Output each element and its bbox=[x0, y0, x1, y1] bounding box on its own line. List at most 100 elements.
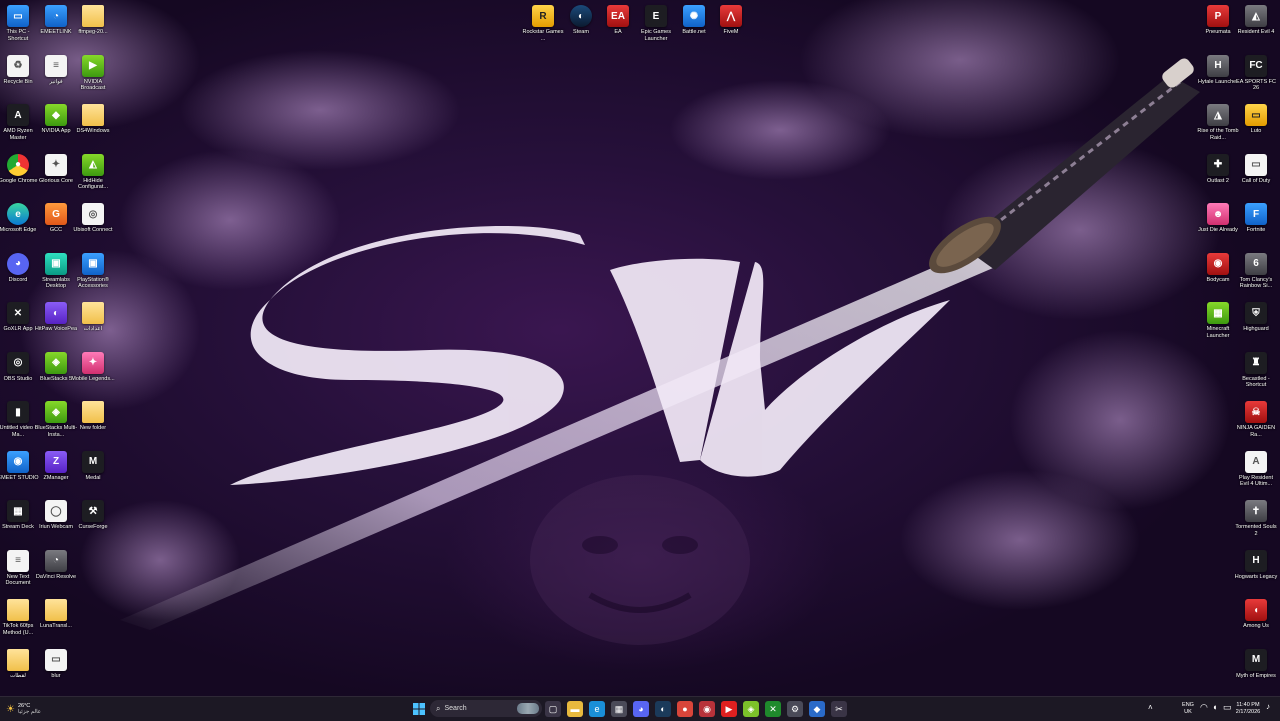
app-icon[interactable]: ◆ bbox=[809, 701, 825, 717]
desktop-shortcut[interactable]: ◉ Bodycam bbox=[1198, 252, 1238, 284]
clock[interactable]: 11:40 PM 2/17/2026 bbox=[1230, 702, 1266, 715]
desktop-shortcut[interactable]: ⛨ Highguard bbox=[1236, 302, 1276, 333]
speaker-icon[interactable]: ◖ bbox=[1212, 702, 1217, 712]
desktop-shortcut[interactable]: ≡ فواتير bbox=[36, 54, 76, 86]
desktop-shortcut[interactable]: لقطات bbox=[0, 648, 38, 680]
settings-gear-icon[interactable]: ⚙ bbox=[787, 701, 803, 717]
desktop-shortcut[interactable]: ✦ Mobile Legends... bbox=[71, 351, 115, 383]
desktop-shortcut[interactable]: ◮ Rise of the Tomb Raid... bbox=[1197, 104, 1239, 141]
desktop-shortcut[interactable]: ⚒ CurseForge bbox=[73, 500, 113, 531]
desktop-shortcut[interactable]: اعدادات bbox=[73, 302, 113, 333]
desktop-shortcut[interactable]: ▮ Untitled video - Ma... bbox=[0, 401, 38, 438]
call-of-duty-icon: ▭ bbox=[1245, 153, 1267, 176]
desktop-shortcut[interactable]: ▣ PlayStation® Accessories bbox=[73, 252, 113, 290]
edge-icon[interactable]: e bbox=[589, 701, 605, 717]
desktop-shortcut[interactable]: E Epic Games Launcher bbox=[636, 5, 676, 42]
desktop-shortcut[interactable]: H Hytale Launcher bbox=[1198, 54, 1238, 86]
desktop-shortcut[interactable]: ▶ NVIDIA Broadcast bbox=[73, 54, 113, 92]
desktop-shortcut[interactable]: ffmpeg-20... bbox=[73, 5, 113, 36]
snipping-tool-icon[interactable]: ✂ bbox=[831, 701, 847, 717]
desktop-shortcut[interactable]: ▭ Luto bbox=[1236, 104, 1276, 135]
task-view-icon[interactable]: ▢ bbox=[545, 701, 561, 717]
weather-widget[interactable]: ☀ 26°C عالم جزئيا bbox=[6, 700, 52, 718]
xbox-icon[interactable]: ✕ bbox=[765, 701, 781, 717]
desktop-shortcut[interactable]: ♜ Becastled - Shortcut bbox=[1236, 351, 1276, 389]
mobile-legends-icon: ✦ bbox=[82, 351, 104, 374]
desktop-shortcut[interactable]: ✺ Battle.net bbox=[674, 5, 714, 36]
steam-icon[interactable]: ◐ bbox=[655, 701, 671, 717]
desktop-shortcut[interactable]: DS4Windows bbox=[73, 104, 113, 135]
desktop-shortcut[interactable]: ≡ New Text Document bbox=[0, 549, 38, 587]
desktop-shortcut[interactable]: ◯ Iriun Webcam bbox=[36, 500, 76, 531]
desktop-shortcut[interactable]: ◕ Discord bbox=[0, 252, 38, 284]
desktop-shortcut[interactable]: ◖ Among Us bbox=[1236, 599, 1276, 630]
desktop-shortcut[interactable]: M Myth of Empires bbox=[1236, 648, 1276, 680]
bluestacks-multi-icon: ◈ bbox=[45, 401, 67, 423]
language-code: ENG bbox=[1182, 702, 1194, 708]
desktop-shortcut[interactable]: LunaTransl... bbox=[36, 599, 76, 630]
desktop-shortcut[interactable]: A Play Resident Evil 4 Ultim... bbox=[1236, 450, 1276, 488]
desktop-shortcut[interactable]: ▦ Minecraft Launcher bbox=[1198, 302, 1238, 339]
notification-bell-icon[interactable]: ♪ bbox=[1266, 702, 1270, 711]
desktop-shortcut[interactable]: Z ZManager bbox=[36, 450, 76, 482]
desktop-shortcut[interactable]: ◭ HidHide Configurat... bbox=[73, 153, 113, 191]
desktop-shortcut[interactable]: ◈ BlueStacks Multi-Insta... bbox=[35, 401, 77, 438]
desktop-shortcut[interactable]: R Rockstar Games ... bbox=[523, 5, 563, 42]
desktop-shortcut[interactable]: A AMD Ryzen Master bbox=[0, 104, 38, 141]
desktop-shortcut[interactable]: ✚ Outlast 2 bbox=[1198, 153, 1238, 185]
desktop-shortcut[interactable]: ✕ GoXLR App bbox=[0, 302, 38, 333]
store-icon[interactable]: ▦ bbox=[611, 701, 627, 717]
desktop-shortcut[interactable]: ▣ Streamlabs Desktop bbox=[36, 252, 76, 290]
desktop-shortcut[interactable]: ⋀ FiveM bbox=[711, 5, 751, 36]
youtube-icon[interactable]: ▶ bbox=[721, 701, 737, 717]
desktop-shortcut[interactable]: M Medal bbox=[73, 450, 113, 482]
desktop-shortcut[interactable]: ◐ Steam bbox=[561, 5, 601, 36]
search-input[interactable]: ⌕ Search bbox=[430, 700, 542, 717]
desktop-shortcut[interactable]: ◎ OBS Studio bbox=[0, 351, 38, 383]
desktop-shortcut[interactable]: ✦ Glorious Core bbox=[36, 153, 76, 185]
desktop-shortcut[interactable]: ▭ Call of Duty bbox=[1236, 153, 1276, 185]
desktop-shortcut[interactable]: ▦ Stream Deck bbox=[0, 500, 38, 531]
desktop-shortcut[interactable]: ▭ blur bbox=[36, 648, 76, 680]
desktop-shortcut[interactable]: ♻ Recycle Bin bbox=[0, 54, 38, 86]
desktop-shortcut[interactable]: P Pneumata bbox=[1198, 5, 1238, 36]
folder-icon bbox=[82, 5, 104, 27]
desktop-shortcut[interactable]: G GCC bbox=[36, 203, 76, 234]
desktop-shortcut[interactable]: TikTok 60fps Method (U... bbox=[0, 599, 38, 636]
desktop-shortcut[interactable]: ◭ Resident Evil 4 bbox=[1236, 5, 1276, 36]
desktop-shortcut[interactable]: ◔ EMEETLINK bbox=[36, 5, 76, 36]
desktop-shortcut[interactable]: EA EA bbox=[598, 5, 638, 36]
streamlabs-icon: ▣ bbox=[45, 252, 67, 275]
epic-games-icon: E bbox=[645, 5, 667, 27]
desktop-shortcut[interactable]: New folder bbox=[73, 401, 113, 432]
desktop-shortcut[interactable]: ◎ Ubisoft Connect bbox=[73, 203, 113, 234]
desktop-shortcut[interactable]: ✝ Tormented Souls 2 bbox=[1235, 500, 1277, 537]
bluestacks-icon[interactable]: ◈ bbox=[743, 701, 759, 717]
desktop-shortcut[interactable]: ◈ BlueStacks 5 bbox=[36, 351, 76, 383]
file-explorer-icon[interactable]: ▬ bbox=[567, 701, 583, 717]
desktop-shortcut[interactable]: ☠ NINJA GAIDEN Ra... bbox=[1236, 401, 1276, 438]
desktop-shortcut[interactable]: FC EA SPORTS FC 26 bbox=[1236, 54, 1276, 92]
windows-logo-icon bbox=[413, 703, 425, 715]
desktop-shortcut[interactable]: ● Google Chrome bbox=[0, 153, 38, 185]
stream-deck-icon: ▦ bbox=[7, 500, 29, 522]
desktop-shortcut[interactable]: e Microsoft Edge bbox=[0, 203, 38, 234]
wifi-icon[interactable]: ◠ bbox=[1200, 702, 1208, 713]
desktop-shortcut[interactable]: H Hogwarts Legacy bbox=[1235, 549, 1277, 581]
desktop-shortcut[interactable]: ◆ NVIDIA App bbox=[36, 104, 76, 135]
desktop-shortcut[interactable]: ◐ HitPaw VoicePea bbox=[35, 302, 77, 333]
discord-icon[interactable]: ◕ bbox=[633, 701, 649, 717]
desktop-shortcut[interactable]: 6 Tom Clancy's Rainbow Si... bbox=[1236, 252, 1276, 290]
desktop-shortcut[interactable]: ☻ Just Die Already bbox=[1198, 203, 1238, 234]
desktop-shortcut[interactable]: ◔ DaVinci Resolve bbox=[35, 549, 77, 581]
desktop-shortcut[interactable]: F Fortnite bbox=[1236, 203, 1276, 234]
recorder-icon[interactable]: ◉ bbox=[699, 701, 715, 717]
language-indicator[interactable]: ENG UK bbox=[1180, 702, 1196, 715]
desktop-shortcut[interactable]: ◉ EMEET STUDIO bbox=[0, 450, 39, 482]
tray-chevron-icon[interactable]: ˄ bbox=[1148, 703, 1153, 712]
desktop-shortcut-label: DaVinci Resolve bbox=[35, 573, 77, 580]
desktop-shortcut[interactable]: ▭ This PC - Shortcut bbox=[0, 5, 38, 42]
chrome-icon[interactable]: ● bbox=[677, 701, 693, 717]
desktop-shortcut-label: Tormented Souls 2 bbox=[1235, 524, 1277, 537]
start-button[interactable] bbox=[411, 701, 427, 717]
